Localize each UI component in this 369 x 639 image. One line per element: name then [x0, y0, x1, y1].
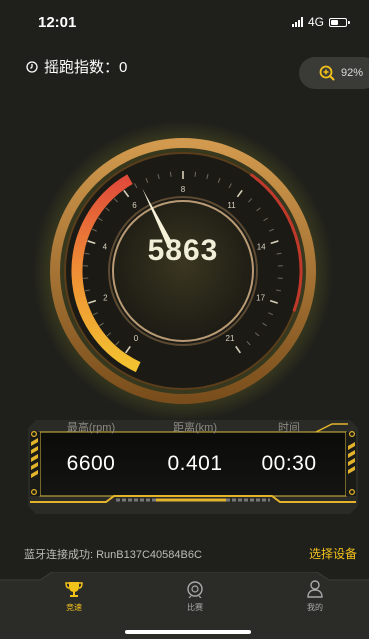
signal-icon [291, 17, 303, 27]
trophy-icon [65, 582, 83, 597]
gauge-tick-label: 14 [257, 242, 266, 251]
nav-label-match: 比赛 [187, 603, 203, 612]
speed-value: 5863 [148, 234, 219, 267]
status-indicators: 4G [291, 15, 350, 29]
gauge-tick-label: 11 [227, 201, 236, 210]
nav-item-profile[interactable]: 我的 [285, 580, 345, 613]
speed-gauge: 0 2 4 6 8 11 14 17 21 5863 [32, 120, 334, 422]
zoom-button[interactable]: 92% [299, 57, 369, 89]
zoom-in-icon [319, 65, 335, 81]
home-indicator [125, 630, 251, 634]
nav-label-profile: 我的 [307, 603, 323, 612]
index-row: 摇跑指数：0 [26, 56, 127, 77]
bluetooth-status-text: 蓝牙连接成功: RunB137C40584B6C [24, 549, 202, 561]
stat-label-distance: 距离(km) [173, 422, 217, 434]
gauge-minor-tick [194, 171, 197, 177]
bluetooth-status: 蓝牙连接成功: RunB137C40584B6C [24, 546, 202, 562]
index-label: 摇跑指数：0 [44, 59, 128, 76]
gauge-minor-tick [169, 171, 172, 177]
gauge-center-face [112, 200, 254, 342]
gauge-tick-label: 17 [256, 293, 265, 302]
nav-item-match[interactable]: 比赛 [165, 580, 225, 613]
network-type: 4G [307, 15, 324, 29]
stat-label-time: 时间 [278, 422, 300, 434]
gauge-tick-label: 6 [132, 201, 137, 210]
gauge-tick-label: 2 [103, 293, 108, 302]
status-time: 12:01 [38, 14, 77, 31]
match-icon [187, 581, 203, 598]
gauge-tick-label: 0 [134, 334, 139, 343]
select-device-button[interactable]: 选择设备 [309, 545, 357, 562]
zoom-value: 92% [341, 67, 364, 79]
user-icon [307, 580, 323, 598]
stat-value-time: 00:30 [261, 452, 317, 475]
clock-icon [26, 60, 38, 73]
stat-label-max-rpm: 最高(rpm) [66, 422, 116, 434]
stat-value-max-rpm: 6600 [66, 452, 116, 475]
battery-icon [329, 17, 350, 27]
gauge-tick-label: 8 [181, 185, 186, 194]
gauge-tick-label: 21 [226, 334, 235, 343]
nav-item-race[interactable]: 竞速 [44, 580, 104, 613]
gauge-tick-label: 4 [103, 242, 108, 251]
nav-label-race: 竞速 [66, 603, 82, 612]
